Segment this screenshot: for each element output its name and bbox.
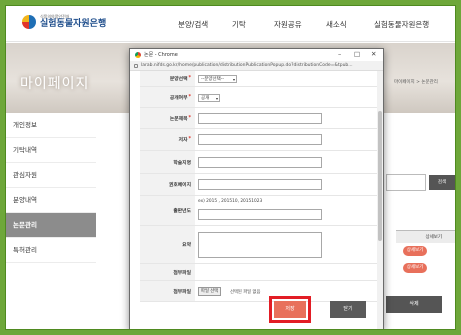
sidebar-item-favorites[interactable]: 관심자원 <box>6 163 96 188</box>
public-select[interactable]: 공개 ▾ <box>198 94 220 102</box>
year-input[interactable] <box>198 209 322 220</box>
chevron-down-icon: ▾ <box>232 76 235 82</box>
sidebar-item-distributions[interactable]: 분양내역 <box>6 188 96 213</box>
form-row-volume: 권호페이지 <box>140 174 377 196</box>
detail-button[interactable]: 상세보기 <box>403 246 427 256</box>
journal-input[interactable] <box>198 157 322 168</box>
nav-resource-share[interactable]: 자원공유 <box>274 19 302 30</box>
maximize-button[interactable]: □ <box>354 50 360 58</box>
form-row-distribution: 분양선택 * --분양선택-- ▾ <box>140 71 377 87</box>
author-label: 저자 <box>178 138 188 143</box>
sidebar-item-profile[interactable]: 개인정보 <box>6 113 96 138</box>
sidebar-item-deposits[interactable]: 기탁내역 <box>6 138 96 163</box>
paper-title-input[interactable] <box>198 113 322 124</box>
browser-page: 식품의약품안전처 실험동물자원은행 분양/검색 기탁 자원공유 새소식 실험동물… <box>5 5 456 330</box>
nav-deposit[interactable]: 기탁 <box>232 19 246 30</box>
distribution-select-value: --분양선택-- <box>201 77 225 82</box>
author-input[interactable] <box>198 134 322 145</box>
popup-window-title: 논문 - Chrome <box>144 52 178 58</box>
chrome-icon <box>135 52 141 58</box>
nav-news[interactable]: 새소식 <box>326 19 347 30</box>
save-button-highlight <box>269 296 311 323</box>
paper-form: 분양선택 * --분양선택-- ▾ 공개여부 * 공개 ▾ 논문제목 * 저자 * 학술 <box>140 71 377 329</box>
chevron-down-icon: ▾ <box>215 95 218 101</box>
search-button[interactable]: 검색 <box>429 175 455 190</box>
address-url: larab.nifds.go.kr/home/publication/distr… <box>141 63 353 68</box>
site-header: 식품의약품안전처 실험동물자원은행 분양/검색 기탁 자원공유 새소식 실험동물… <box>6 6 455 42</box>
form-row-public: 공개여부 * 공개 ▾ <box>140 87 377 108</box>
search-input[interactable] <box>386 174 426 191</box>
public-label: 공개여부 <box>169 95 188 101</box>
attach-label: 첨부파일 <box>173 289 191 295</box>
window-close-button[interactable]: ✕ <box>371 50 376 58</box>
form-row-year: 출판년도 ex) 2015 , 201510, 20151023 <box>140 196 377 226</box>
breadcrumb: 마이페이지 > 논문관리 <box>394 80 438 85</box>
minimize-button[interactable]: – <box>338 50 341 58</box>
distribution-label: 분양선택 <box>169 77 188 82</box>
abstract-textarea[interactable] <box>198 232 322 258</box>
sidebar: 개인정보 기탁내역 관심자원 분양내역 논문관리 특허관리 <box>6 113 96 263</box>
form-row-attach: 첨부파일 파일 선택 선택된 파일 없음 <box>140 281 377 302</box>
logo-mark-icon <box>22 15 36 29</box>
lock-icon <box>134 64 138 68</box>
scrollbar-thumb[interactable] <box>378 111 382 241</box>
form-row-attached: 첨부파일 <box>140 264 377 281</box>
file-status-text: 선택된 파일 없음 <box>230 290 261 295</box>
site-logo[interactable]: 식품의약품안전처 실험동물자원은행 <box>22 15 106 29</box>
delete-button[interactable]: 삭제 <box>386 296 442 313</box>
journal-label: 학술지명 <box>173 160 191 166</box>
close-button[interactable]: 닫기 <box>330 301 366 318</box>
detail-column-header: 상세보기 <box>396 230 455 243</box>
address-bar[interactable]: larab.nifds.go.kr/home/publication/distr… <box>130 61 383 71</box>
year-hint: ex) 2015 , 201510, 20151023 <box>198 199 263 204</box>
volume-input[interactable] <box>198 179 322 190</box>
attached-label: 첨부파일 <box>173 270 191 276</box>
popup-titlebar[interactable]: 논문 - Chrome – □ ✕ <box>130 49 383 61</box>
form-row-abstract: 요약 <box>140 226 377 264</box>
public-select-value: 공개 <box>201 96 210 101</box>
logo-site-name: 실험동물자원은행 <box>40 19 107 29</box>
form-row-journal: 학술지명 <box>140 151 377 174</box>
nav-animal-bank[interactable]: 실험동물자원은행 <box>374 19 429 30</box>
detail-button[interactable]: 상세보기 <box>403 263 427 273</box>
paper-popup-window: 논문 - Chrome – □ ✕ larab.nifds.go.kr/home… <box>129 48 384 329</box>
volume-label: 권호페이지 <box>168 183 191 188</box>
paper-title-label: 논문제목 <box>169 116 188 122</box>
page-title: 마이페이지 <box>20 76 90 92</box>
sidebar-item-papers[interactable]: 논문관리 <box>6 213 96 238</box>
year-label: 출판년도 <box>173 209 191 214</box>
nav-distribution[interactable]: 분양/검색 <box>178 19 208 30</box>
form-row-author: 저자 * <box>140 129 377 151</box>
sidebar-item-patents[interactable]: 특허관리 <box>6 238 96 263</box>
abstract-label: 요약 <box>182 243 191 248</box>
file-select-button[interactable]: 파일 선택 <box>198 287 222 296</box>
distribution-select[interactable]: --분양선택-- ▾ <box>198 75 237 83</box>
form-row-paper-title: 논문제목 * <box>140 108 377 129</box>
